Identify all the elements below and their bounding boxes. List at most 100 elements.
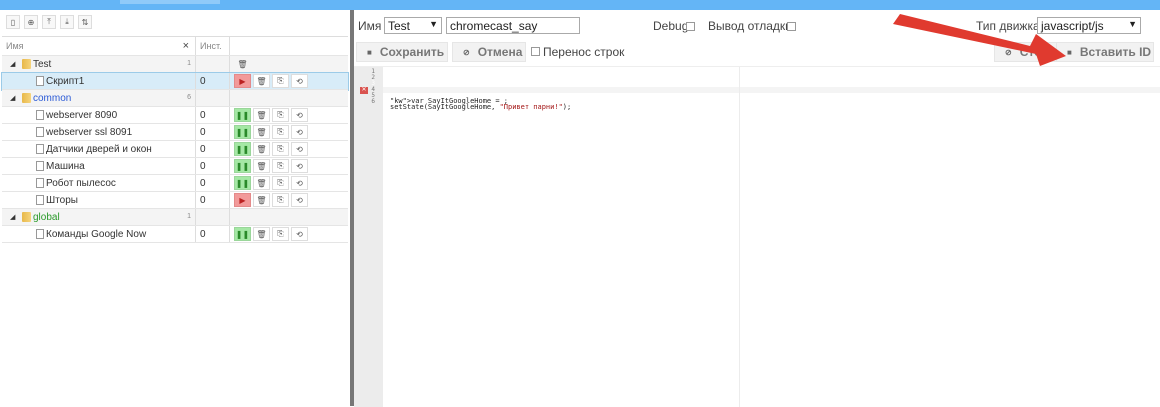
folder-icon [22,59,31,69]
delete-icon[interactable]: 🗑 [253,193,270,207]
instance-value: 0 [200,109,206,121]
group-row[interactable]: ◢ Test 1 🗑 [2,56,348,73]
pause-script-button[interactable]: ❚❚ [234,142,251,156]
clear-filter-icon[interactable]: × [183,40,189,52]
stop-button[interactable]: ⊘ Стоп [994,42,1058,62]
engine-select-value: javascript/js [1041,18,1104,33]
scripts-panel: ▯ ⊕ ⤒ ⤓ ⇅ Имя × Инст. ◢ Test 1 🗑 Скрипт1 0 ▶ 🗑 ⎘… [0,10,350,406]
delete-icon[interactable]: 🗑 [253,227,270,241]
folder-icon [22,212,31,222]
delete-icon[interactable]: 🗑 [253,142,270,156]
wrap-checkbox[interactable] [531,47,540,56]
script-file-icon [36,229,44,239]
instance-column-header: Инст. [200,41,222,51]
script-name: Команды Google Now [46,228,147,240]
restart-icon[interactable]: ⟲ [291,193,308,207]
script-row[interactable]: Робот пылесос 0 ❚❚ 🗑 ⎘ ⟲ [2,175,348,192]
delete-icon[interactable]: 🗑 [253,108,270,122]
delete-icon[interactable]: 🗑 [253,74,270,88]
copy-icon[interactable]: ⎘ [272,193,289,207]
code-editor[interactable]: 123456 ✕ "kw">var SayItGoogleHome = ; set… [354,66,1160,407]
copy-icon[interactable]: ⎘ [272,227,289,241]
expand-caret-icon[interactable]: ◢ [10,94,18,102]
save-icon: ■ [367,47,372,57]
group-name: global [33,211,60,223]
copy-icon[interactable]: ⎘ [272,125,289,139]
editor-panel: Имя Test ▼ chromecast_say Debug Вывод от… [354,10,1160,407]
pause-script-button[interactable]: ❚❚ [234,159,251,173]
code-content[interactable]: "kw">var SayItGoogleHome = ; setState(Say… [390,86,571,122]
restart-icon[interactable]: ⟲ [291,159,308,173]
error-icon[interactable]: ✕ [360,87,368,94]
verbose-checkbox[interactable] [787,22,796,31]
script-name: webserver 8090 [46,109,118,121]
script-row[interactable]: Скрипт1 0 ▶ 🗑 ⎘ ⟲ [1,72,349,91]
delete-icon[interactable]: 🗑 [253,159,270,173]
restart-icon[interactable]: ⟲ [291,176,308,190]
script-file-icon [36,161,44,171]
script-row[interactable]: Шторы 0 ▶ 🗑 ⎘ ⟲ [2,192,348,209]
name-filter-input[interactable]: Имя [2,41,24,51]
script-row[interactable]: Машина 0 ❚❚ 🗑 ⎘ ⟲ [2,158,348,175]
copy-icon[interactable]: ⎘ [272,74,289,88]
script-name: Робот пылесос [46,177,116,189]
restart-icon[interactable]: ⟲ [291,227,308,241]
sort-icon[interactable]: ⇅ [78,15,92,29]
verbose-label: Вывод отладки [708,19,792,33]
group-row[interactable]: ◢ global 1 [2,209,348,226]
save-button[interactable]: ■ Сохранить [356,42,448,62]
run-script-button[interactable]: ▶ [234,193,251,207]
run-script-button[interactable]: ▶ [234,74,251,88]
restart-icon[interactable]: ⟲ [291,125,308,139]
instance-value: 0 [200,194,206,206]
group-select-value: Test [388,18,411,33]
script-row[interactable]: webserver ssl 8091 0 ❚❚ 🗑 ⎘ ⟲ [2,124,348,141]
script-row[interactable]: Датчики дверей и окон 0 ❚❚ 🗑 ⎘ ⟲ [2,141,348,158]
copy-icon[interactable]: ⎘ [272,159,289,173]
restart-icon[interactable]: ⟲ [291,74,308,88]
group-name: Test [33,58,52,70]
copy-icon[interactable]: ⎘ [272,108,289,122]
script-name-input[interactable]: chromecast_say [446,17,580,34]
delete-icon[interactable]: 🗑 [253,176,270,190]
editor-toolbar: ■ Сохранить ⊘ Отмена Перенос строк ⊘ Стоп ■… [354,40,1160,66]
new-file-icon[interactable]: ▯ [6,15,20,29]
script-row[interactable]: Команды Google Now 0 ❚❚ 🗑 ⎘ ⟲ [2,226,348,243]
group-row[interactable]: ◢ common 6 [2,90,348,107]
script-row[interactable]: webserver 8090 0 ❚❚ 🗑 ⎘ ⟲ [2,107,348,124]
script-name: webserver ssl 8091 [46,126,133,138]
pause-script-button[interactable]: ❚❚ [234,227,251,241]
pause-script-button[interactable]: ❚❚ [234,125,251,139]
expand-caret-icon[interactable]: ◢ [10,213,18,221]
download-icon[interactable]: ⤓ [60,15,74,29]
debug-label: Debug [653,19,689,33]
line-number: 6 [371,98,375,105]
copy-icon[interactable]: ⎘ [272,176,289,190]
script-file-icon [36,144,44,154]
group-select[interactable]: Test ▼ [384,17,442,34]
top-tab[interactable] [120,0,220,4]
restart-icon[interactable]: ⟲ [291,108,308,122]
group-count: 1 [187,60,191,67]
delete-group-icon[interactable]: 🗑 [234,57,251,71]
script-file-icon [36,178,44,188]
engine-select[interactable]: javascript/js ▼ [1037,17,1141,34]
copy-icon[interactable]: ⎘ [272,142,289,156]
script-file-icon [36,110,44,120]
cancel-icon: ⊘ [463,47,470,57]
expand-caret-icon[interactable]: ◢ [10,60,18,68]
cancel-button[interactable]: ⊘ Отмена [452,42,526,62]
debug-checkbox[interactable] [686,22,695,31]
grid-header: Имя × Инст. [2,37,348,56]
pause-script-button[interactable]: ❚❚ [234,176,251,190]
script-file-icon [36,76,44,86]
code-line: setState(SayItGoogleHome, "Привет парни!… [390,103,572,111]
upload-icon[interactable]: ⤒ [42,15,56,29]
delete-icon[interactable]: 🗑 [253,125,270,139]
instance-value: 0 [200,126,206,138]
add-icon[interactable]: ⊕ [24,15,38,29]
insert-id-button[interactable]: ■ Вставить ID [1056,42,1154,62]
pause-script-button[interactable]: ❚❚ [234,108,251,122]
restart-icon[interactable]: ⟲ [291,142,308,156]
